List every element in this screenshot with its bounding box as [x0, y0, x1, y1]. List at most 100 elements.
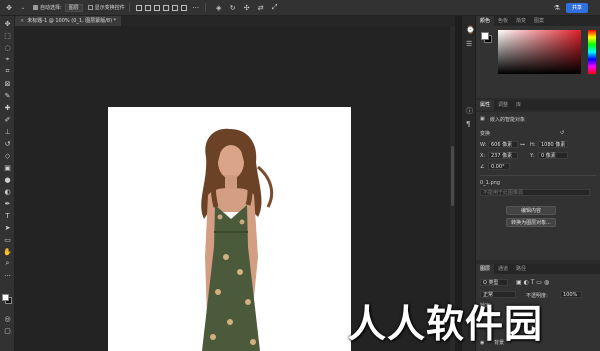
tab-patterns[interactable]: 图案 [530, 16, 548, 26]
tab-color[interactable]: 颜色 [476, 16, 495, 26]
photoshop-window: ✥ ⌄ 自动选择: 图层 显示变换控件 ··· ◈ ↻ ✣ ⇄ ⤢ ⚗ 共享 ✥… [0, 0, 600, 351]
divider [128, 3, 130, 12]
auto-select-checkbox[interactable] [33, 5, 38, 10]
pan-3d-icon[interactable]: ✣ [242, 3, 252, 13]
link-icon[interactable]: ⊶ [520, 142, 525, 148]
opacity-field[interactable]: 100% [560, 291, 582, 298]
tab-adjustments[interactable]: 调整 [494, 100, 512, 110]
align-middle-icon[interactable] [171, 4, 178, 11]
angle-field[interactable]: 0.00° [488, 163, 510, 170]
zoom-icon[interactable]: ⌕ [3, 259, 12, 268]
edit-contents-button[interactable]: 编辑内容 [506, 206, 556, 215]
tab-channels[interactable]: 通道 [494, 264, 512, 274]
quick-mask-icon[interactable]: ◎ [3, 314, 12, 323]
source-field: 不能用于此图像源 [480, 189, 590, 196]
color-panel [476, 26, 600, 98]
woman-photo [201, 128, 274, 351]
pen-icon[interactable]: ✒ [3, 199, 12, 208]
align-right-icon[interactable] [153, 4, 160, 11]
color-panel-tabs: 颜色 色板 渐变 图案 [476, 16, 600, 26]
filter-icons[interactable]: ▣ ◐ T ▭ ◍ [516, 279, 549, 286]
history-panel-icon[interactable]: ⌚ [466, 26, 475, 34]
tab-swatches[interactable]: 色板 [494, 16, 512, 26]
divider [480, 175, 596, 176]
dodge-icon[interactable]: ◐ [3, 187, 12, 196]
align-left-icon[interactable] [135, 4, 142, 11]
type-icon[interactable]: T [3, 211, 12, 220]
tab-gradients[interactable]: 渐变 [512, 16, 530, 26]
height-label: H: [530, 142, 536, 148]
blur-icon[interactable]: ● [3, 175, 12, 184]
tab-libraries[interactable]: 库 [512, 100, 525, 110]
y-field[interactable]: 0 像素 [538, 152, 568, 159]
filename-label: 0_1.png [480, 180, 500, 186]
reset-icon[interactable]: ↺ [560, 130, 564, 136]
3d-mode-icon[interactable]: ◈ [214, 3, 224, 13]
align-buttons [135, 4, 187, 11]
properties-panel-tabs: 属性 调整 库 [476, 100, 600, 110]
height-field[interactable]: 1080 像素 [538, 141, 568, 148]
document-tab[interactable]: × 未标题-1 @ 100% (0_1, 图层蒙版/8) * [15, 16, 122, 26]
healing-icon[interactable]: ✚ [3, 103, 12, 112]
layers-panel-tabs: 图层 通道 路径 [476, 264, 600, 274]
tab-layers[interactable]: 图层 [476, 264, 495, 274]
x-label: X: [480, 153, 486, 159]
options-bar: ✥ ⌄ 自动选择: 图层 显示变换控件 ··· ◈ ↻ ✣ ⇄ ⤢ ⚗ 共享 [0, 0, 600, 16]
screen-mode-icon[interactable]: ▢ [3, 326, 12, 335]
eyedropper-icon[interactable]: ✎ [3, 91, 12, 100]
gradient-icon[interactable]: ▣ [3, 163, 12, 172]
auto-select-dropdown[interactable]: 图层 [64, 3, 83, 12]
share-button[interactable]: 共享 [566, 3, 588, 13]
tab-properties[interactable]: 属性 [476, 100, 495, 110]
layer-filter-dropdown[interactable]: Q 类型 [480, 279, 508, 286]
foreground-color-swatch[interactable] [2, 294, 9, 301]
info-panel-icon[interactable]: ⓘ [466, 106, 473, 116]
slide-3d-icon[interactable]: ⇄ [256, 3, 266, 13]
smart-object-icon: ▣ [480, 116, 485, 122]
flask-icon[interactable]: ⚗ [554, 4, 560, 12]
align-center-icon[interactable] [144, 4, 151, 11]
more-options-icon[interactable]: ··· [191, 3, 201, 13]
document-canvas[interactable] [108, 107, 351, 351]
object-type-label: 嵌入的智能对象 [490, 117, 526, 123]
object-select-icon[interactable]: ⌖ [3, 55, 12, 64]
properties-panel: ▣ 嵌入的智能对象 变换 ↺ W: 606 像素 ⊶ H: 1080 像素 X:… [476, 112, 600, 260]
show-transform-checkbox[interactable] [87, 5, 93, 10]
auto-select-label: 自动选择: [40, 5, 62, 11]
paragraph-panel-icon[interactable]: ¶ [466, 120, 470, 128]
stamp-icon[interactable]: ⊥ [3, 127, 12, 136]
eraser-icon[interactable]: ◇ [3, 151, 12, 160]
x-field[interactable]: 237 像素 [488, 152, 518, 159]
foreground-color[interactable] [481, 32, 489, 40]
lasso-icon[interactable]: ◌ [3, 43, 12, 52]
brush-icon[interactable]: ✐ [3, 115, 12, 124]
angle-icon: ∠ [480, 164, 485, 170]
hue-slider[interactable] [588, 30, 596, 74]
divider [204, 3, 206, 12]
frame-icon[interactable]: ⊠ [3, 79, 12, 88]
hand-icon[interactable]: ✋ [3, 247, 12, 256]
history-brush-icon[interactable]: ↺ [3, 139, 12, 148]
align-bottom-icon[interactable] [180, 4, 187, 11]
y-label: Y: [530, 153, 535, 159]
convert-to-layers-button[interactable]: 转换为图层对象... [506, 218, 556, 227]
transform-section-title: 变换 [480, 131, 491, 137]
color-spectrum[interactable] [498, 30, 581, 74]
path-select-icon[interactable]: ➤ [3, 223, 12, 232]
document-title: 未标题-1 @ 100% (0_1, 图层蒙版/8) * [27, 18, 117, 24]
scale-3d-icon[interactable]: ⤢ [270, 3, 280, 13]
crop-icon[interactable]: ⌗ [3, 67, 12, 76]
width-field[interactable]: 606 像素 [488, 141, 518, 148]
edit-toolbar-icon[interactable]: ··· [3, 271, 12, 280]
rectangle-icon[interactable]: ▭ [3, 235, 12, 244]
move-tool-icon[interactable]: ✥ [4, 3, 14, 13]
align-top-icon[interactable] [162, 4, 169, 11]
move-icon[interactable]: ✥ [3, 19, 12, 28]
scrollbar-thumb[interactable] [451, 146, 454, 206]
chevron-down-icon[interactable]: ⌄ [18, 3, 28, 13]
marquee-icon[interactable]: ⬚ [3, 31, 12, 40]
rotate-3d-icon[interactable]: ↻ [228, 3, 238, 13]
tab-paths[interactable]: 路径 [512, 264, 530, 274]
close-tab-icon[interactable]: × [20, 18, 24, 24]
adjust-panel-icon[interactable]: ☰ [466, 40, 472, 48]
